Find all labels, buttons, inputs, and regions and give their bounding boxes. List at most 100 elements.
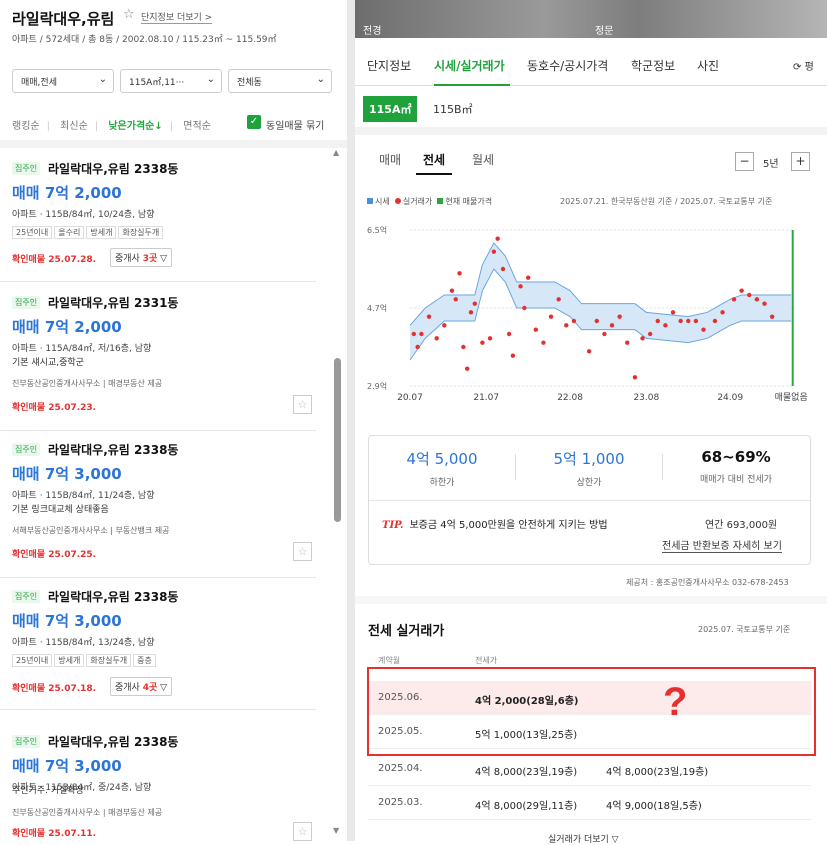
transaction-point xyxy=(533,327,538,332)
transaction-point xyxy=(461,344,466,350)
tip-badge: TIP. xyxy=(382,520,404,531)
unit-label: 평 xyxy=(804,62,814,73)
transaction-point xyxy=(464,366,470,371)
price-chart[interactable]: 6.5억 4.7억 2.9억 20.07 21.07 22.08 23.08 24.09 매물없… xyxy=(355,218,827,408)
building-select[interactable]: 전체동 ⌄ xyxy=(228,69,332,93)
photo-label: 정문 xyxy=(595,26,614,37)
transaction-point xyxy=(586,349,592,354)
transaction-point xyxy=(712,318,718,324)
listing-name: 라일락대우,유림 2331동 xyxy=(48,296,179,310)
same-item-checkbox[interactable]: ✓ xyxy=(247,115,261,129)
sort-area[interactable]: 면적순 xyxy=(183,121,211,132)
scrollbar-thumb[interactable] xyxy=(334,358,341,522)
data-provider: 제공처 : 홍조공인중개사사무소 032-678-2453 xyxy=(626,578,789,587)
transaction-point xyxy=(468,310,474,315)
scroll-down-arrow-icon[interactable]: ▼ xyxy=(333,826,339,835)
area-select[interactable]: 115A㎡,11··· ⌄ xyxy=(120,69,222,93)
tag: 중층 xyxy=(133,654,156,667)
listing-item[interactable]: 집주인 라일락대우,유림 2338동 매매 7억 3,000 아파트 · 115… xyxy=(0,590,316,710)
agents-dropdown[interactable]: 중개사 4곳 ▽ xyxy=(110,677,173,696)
agents-count: 4곳 xyxy=(142,683,158,693)
owner-badge: 집주인 xyxy=(12,735,41,748)
complex-title: 라일락대우,유림 xyxy=(12,10,115,28)
transaction-point xyxy=(518,284,523,289)
listing-name: 라일락대우,유림 2338동 xyxy=(48,735,179,749)
row-price: 4억 8,000(23일,19층) xyxy=(475,767,578,778)
sort-low-price[interactable]: 낮은가격순↓ xyxy=(108,121,162,132)
chevron-down-icon: ⌄ xyxy=(98,74,107,85)
listing-agency: 서해부동산공인중개사사무소 | 부동산뱅크 제공 xyxy=(12,526,170,535)
transaction-point xyxy=(609,323,615,328)
year-plus-button[interactable]: + xyxy=(791,152,810,171)
highlight-box xyxy=(367,667,816,756)
transaction-point xyxy=(442,323,447,328)
transaction-point xyxy=(594,318,599,324)
divider xyxy=(355,127,827,135)
row-price-2: 4억 8,000(23일,19층) xyxy=(606,767,709,778)
chart-tab-monthly[interactable]: 월세 xyxy=(472,151,494,168)
chart-tab-jeonse[interactable]: 전세 xyxy=(423,151,445,168)
sort-latest[interactable]: 최신순 xyxy=(60,121,88,132)
y-tick-label: 4.7억 xyxy=(367,303,387,313)
unit-toggle[interactable]: ⟳ 평 xyxy=(793,58,814,73)
chart-tab-sale[interactable]: 매매 xyxy=(379,151,401,168)
favorite-star-icon[interactable]: ☆ xyxy=(293,395,312,414)
legend-swatch xyxy=(394,198,401,204)
listing-item[interactable]: 집주인 라일락대우,유림 2331동 매매 7억 2,000 아파트 · 115… xyxy=(0,296,316,431)
transaction-point xyxy=(655,318,660,324)
area-tab-115b[interactable]: 115B㎡ xyxy=(433,101,473,117)
tip-text: TIP. 보증금 4억 5,000만원을 안전하게 지키는 방법 xyxy=(382,516,608,531)
transaction-point xyxy=(510,353,516,358)
favorite-star-icon[interactable]: ☆ xyxy=(123,7,135,22)
transaction-point xyxy=(426,314,432,319)
divider xyxy=(0,140,347,148)
listing-desc: 주인거주. 거실확장 xyxy=(12,786,84,796)
listing-desc: 기본 링크대교체 상태좋음 xyxy=(12,505,109,515)
year-minus-button[interactable]: − xyxy=(735,152,754,171)
legend-label: 시세 xyxy=(375,197,390,206)
sort-ranking[interactable]: 랭킹순 xyxy=(12,121,40,132)
listing-name: 라일락대우,유림 2338동 xyxy=(48,590,179,604)
stat-upper: 5억 1,000 상한가 xyxy=(516,448,662,488)
transaction-point xyxy=(541,340,546,345)
transaction-point xyxy=(769,314,775,319)
area-tab-115a[interactable]: 115A㎡ xyxy=(363,96,418,122)
transaction-point xyxy=(500,266,506,272)
tab-unit-price[interactable]: 동호수/공시가격 xyxy=(527,57,608,74)
refresh-icon: ⟳ xyxy=(793,62,802,73)
listing-detail: 아파트 · 115B/84㎡, 11/24층, 남향 xyxy=(12,491,155,501)
guarantee-detail-link[interactable]: 전세금 반환보증 자세히 보기 xyxy=(662,537,782,553)
complex-photo-strip[interactable]: 전경 정문 xyxy=(355,0,827,38)
listing-item[interactable]: 집주인 라일락대우,유림 2338동 매매 7억 2,000 아파트 · 115… xyxy=(0,162,316,282)
listing-price: 매매 7억 3,000 xyxy=(12,612,122,630)
transaction-point xyxy=(747,292,752,298)
scroll-up-arrow-icon[interactable]: ▲ xyxy=(333,148,339,157)
agents-dropdown[interactable]: 중개사 3곳 ▽ xyxy=(110,248,173,267)
listing-item[interactable]: 집주인 라일락대우,유림 2338동 매매 7억 3,000 아파트 · 115… xyxy=(0,735,316,845)
agents-count: 3곳 xyxy=(142,254,158,264)
favorite-star-icon[interactable]: ☆ xyxy=(293,822,312,841)
complex-subinfo: 아파트 / 572세대 / 총 8동 / 2002.08.10 / 115.23… xyxy=(12,35,277,45)
stat-label: 매매가 대비 전세가 xyxy=(700,475,772,485)
transaction-point xyxy=(564,323,569,328)
owner-badge: 집주인 xyxy=(12,296,41,309)
listing-agency: 진부동산공인중개사사무소 | 매경부동산 제공 xyxy=(12,808,163,817)
transaction-point xyxy=(670,310,676,315)
tab-photos[interactable]: 사진 xyxy=(697,57,719,74)
tab-complex-info[interactable]: 단지정보 xyxy=(367,57,411,74)
tab-price[interactable]: 시세/실거래가 xyxy=(434,57,505,74)
complex-detail-link[interactable]: 단지정보 더보기 > xyxy=(141,10,213,24)
tag: 방세개 xyxy=(86,226,117,239)
listing-tags: 25년이내 올수리 방세개 화장실두개 xyxy=(12,226,165,239)
trade-type-select[interactable]: 매매,전세 ⌄ xyxy=(12,69,114,93)
listing-price: 매매 7억 2,000 xyxy=(12,318,122,336)
transaction-point xyxy=(506,331,512,337)
tab-school[interactable]: 학군정보 xyxy=(631,57,675,74)
table-header-month: 계약월 xyxy=(378,656,401,665)
x-tick-label: 24.09 xyxy=(717,393,743,403)
tag: 올수리 xyxy=(54,226,85,239)
listing-item[interactable]: 집주인 라일락대우,유림 2338동 매매 7억 3,000 아파트 · 115… xyxy=(0,443,316,578)
more-transactions-button[interactable]: 실거래가 더보기 ▽ xyxy=(548,832,619,845)
favorite-star-icon[interactable]: ☆ xyxy=(293,542,312,561)
table-header-price: 전세가 xyxy=(475,656,498,665)
